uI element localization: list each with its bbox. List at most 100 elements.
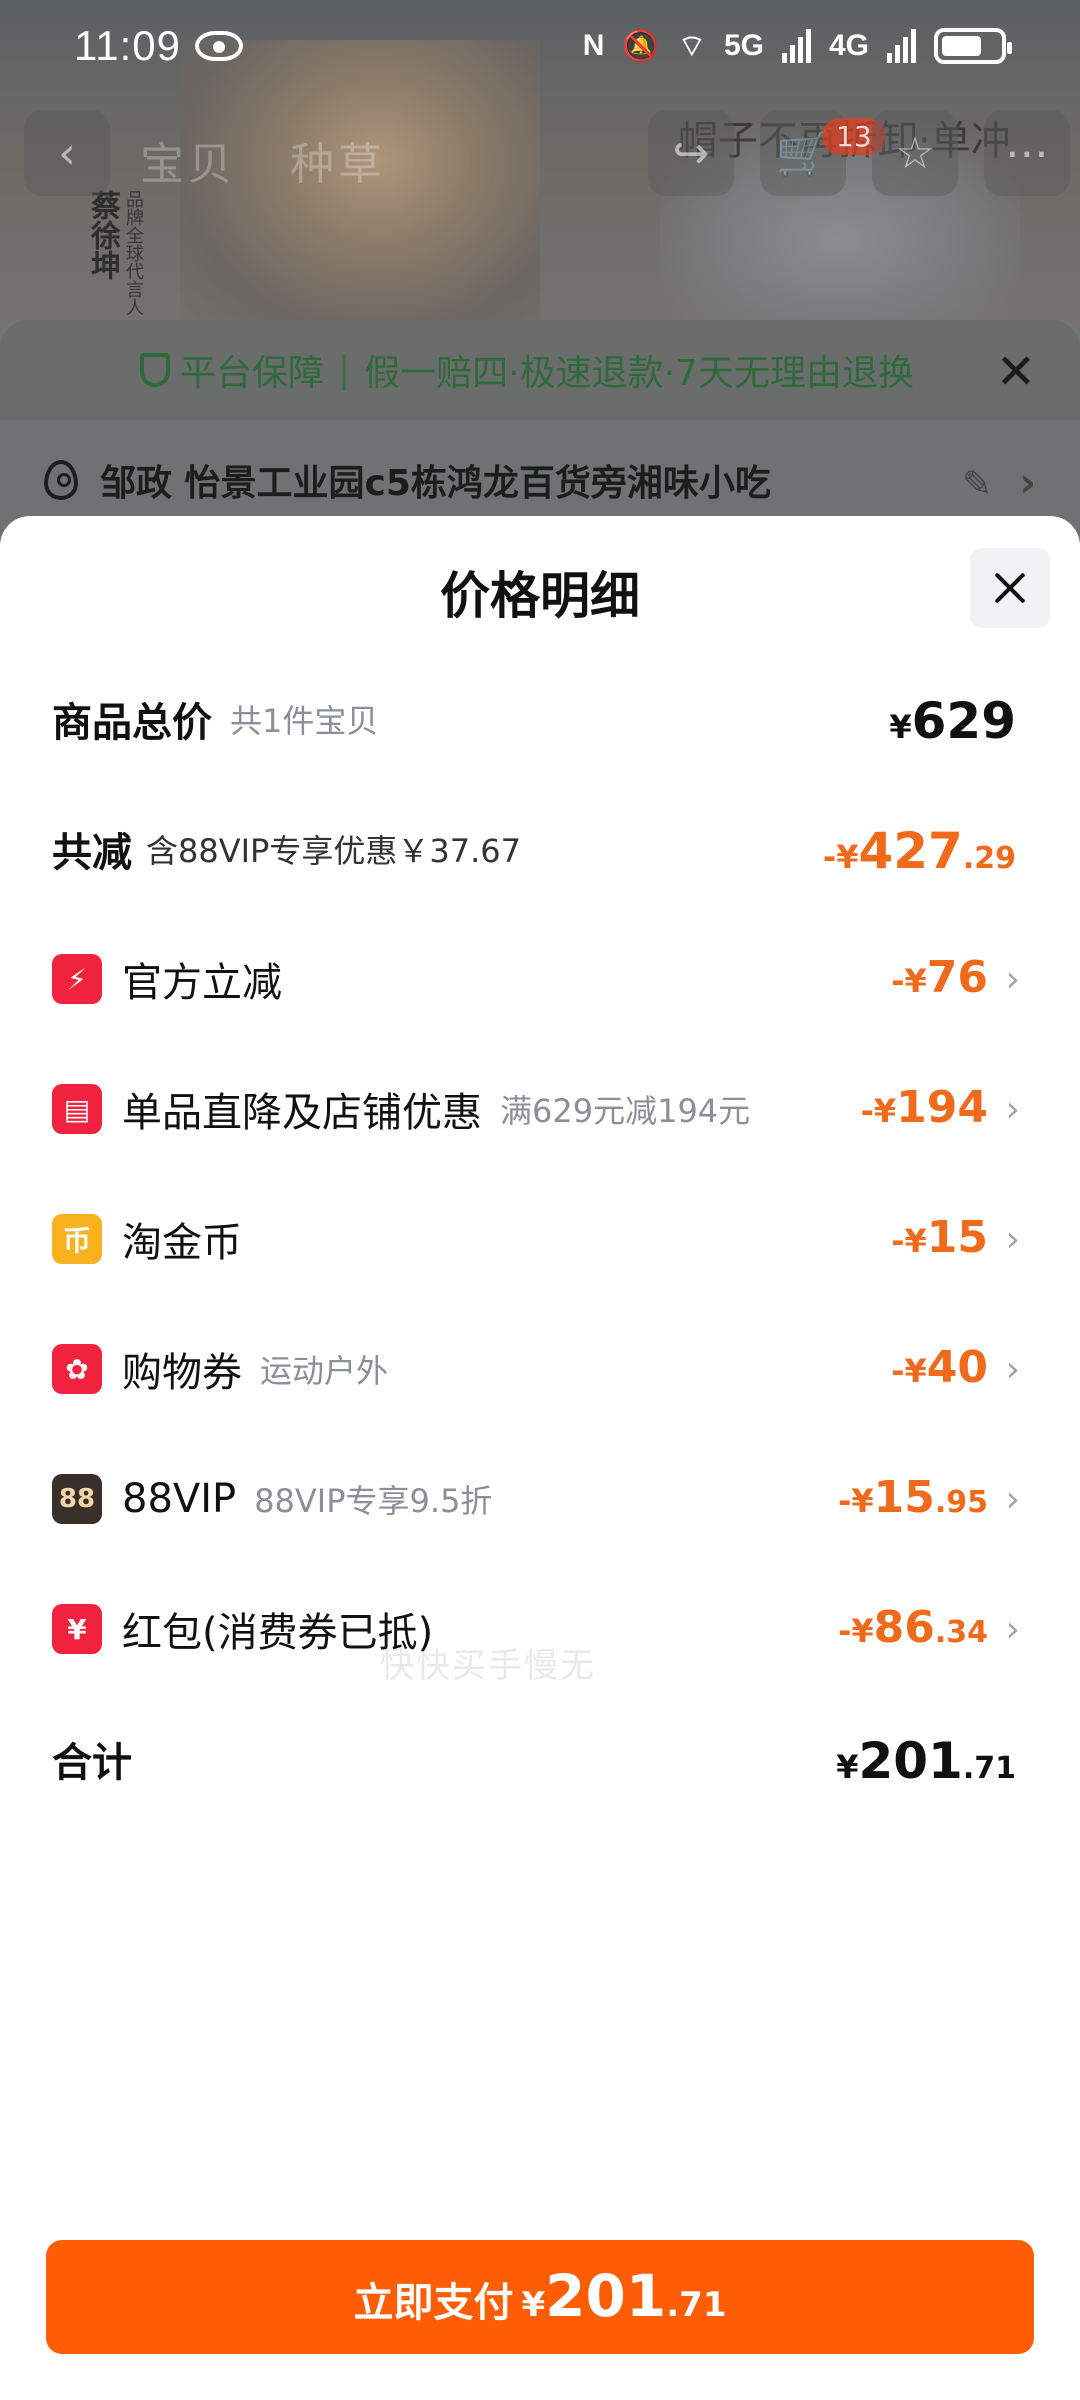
pay-now-button[interactable]: 立即支付 ¥ 201 .71 bbox=[46, 2240, 1034, 2354]
coin-icon: 币 bbox=[52, 1214, 102, 1264]
guarantee-items: 假一赔四·极速退款·7天无理由退换 bbox=[364, 353, 914, 394]
shop-icon: ▤ bbox=[52, 1084, 102, 1134]
chevron-right-icon: › bbox=[1005, 1608, 1020, 1650]
discount-label-group: ¥ 红包(消费券已抵) bbox=[52, 1584, 433, 1674]
amount-decimals: .34 bbox=[934, 1615, 988, 1650]
discount-row-red-packet[interactable]: ¥ 红包(消费券已抵) -¥ 86 .34 › bbox=[0, 1584, 1080, 1674]
item-count: 共1件宝贝 bbox=[230, 702, 379, 740]
close-button[interactable] bbox=[970, 548, 1050, 628]
discount-row-official[interactable]: ⚡ 官方立减 -¥ 76 › bbox=[0, 934, 1080, 1024]
discount-row-store[interactable]: ▤ 单品直降及店铺优惠 满629元减194元 -¥ 194 › bbox=[0, 1064, 1080, 1154]
divider: | bbox=[338, 349, 351, 391]
discount-amount: -¥ 15 bbox=[891, 1194, 988, 1284]
total-price-row: 商品总价 共1件宝贝 ¥ 629 bbox=[0, 674, 1080, 764]
edit-icon[interactable]: ✎ bbox=[962, 464, 992, 505]
currency-symbol: ¥ bbox=[836, 1748, 859, 1786]
pay-button-label: 立即支付 bbox=[353, 2280, 514, 2326]
currency-symbol: -¥ bbox=[838, 1482, 874, 1520]
star-icon: ☆ bbox=[895, 127, 935, 179]
currency-symbol: -¥ bbox=[838, 1612, 874, 1650]
mute-bell-icon: 🔕 bbox=[622, 29, 660, 63]
amount-decimals: .71 bbox=[666, 2285, 727, 2325]
amount-integer: 201 bbox=[545, 2262, 667, 2330]
product-top-nav: ‹ 宝贝 种草 ↪ 🛒 13 ☆ ⋯ bbox=[24, 110, 1070, 202]
amount-decimals: .29 bbox=[962, 841, 1016, 876]
sheet-title: 价格明细 bbox=[440, 567, 640, 625]
vip-savings-note: 含88VIP专享优惠￥37.67 bbox=[146, 832, 521, 870]
more-dots-icon: ⋯ bbox=[1005, 127, 1049, 179]
tab-product[interactable]: 宝贝 bbox=[140, 139, 236, 190]
red-packet-icon: ¥ bbox=[52, 1604, 102, 1654]
discount-amount: -¥ 86 .34 bbox=[838, 1584, 988, 1674]
discount-amount: -¥ 15 .95 bbox=[838, 1454, 988, 1544]
total-reduction-amount: -¥ 427 .29 bbox=[823, 804, 1016, 894]
vip-icon: 88 bbox=[52, 1474, 102, 1524]
chevron-right-icon: › bbox=[1005, 1218, 1020, 1260]
signal-bars-icon-2 bbox=[887, 29, 916, 63]
network-4g-label: 4G bbox=[828, 29, 869, 62]
discount-amount: -¥ 194 bbox=[861, 1064, 988, 1154]
amount-integer: 86 bbox=[873, 1602, 935, 1653]
shield-icon bbox=[140, 353, 170, 387]
discount-label-group: ⚡ 官方立减 bbox=[52, 934, 282, 1024]
coupon-icon: ✿ bbox=[52, 1344, 102, 1394]
total-reduction-row: 共减 含88VIP专享优惠￥37.67 -¥ 427 .29 bbox=[0, 804, 1080, 894]
discount-label: 单品直降及店铺优惠 bbox=[122, 1090, 482, 1136]
discount-row-coupon[interactable]: ✿ 购物券 运动户外 -¥ 40 › bbox=[0, 1324, 1080, 1414]
share-button[interactable]: ↪ bbox=[648, 110, 734, 196]
currency-symbol: -¥ bbox=[891, 962, 927, 1000]
discount-label: 官方立减 bbox=[122, 960, 282, 1006]
currency-symbol: -¥ bbox=[860, 1092, 897, 1130]
close-icon[interactable]: ✕ bbox=[996, 344, 1036, 400]
battery-icon bbox=[934, 28, 1012, 64]
amount-integer: 15 bbox=[873, 1472, 935, 1523]
price-detail-sheet: 价格明细 商品总价 共1件宝贝 ¥ 629 共减 含88VIP专享优惠￥37.6… bbox=[0, 516, 1080, 2400]
back-button[interactable]: ‹ bbox=[24, 110, 110, 196]
amount-integer: 194 bbox=[896, 1082, 988, 1133]
subtotal-amount: ¥ 201 .71 bbox=[836, 1714, 1016, 1804]
amount-integer: 201 bbox=[858, 1732, 963, 1790]
amount-decimals: .95 bbox=[934, 1485, 988, 1520]
discount-note: 运动户外 bbox=[260, 1352, 389, 1390]
discount-label-group: ✿ 购物券 运动户外 bbox=[52, 1324, 388, 1414]
share-icon: ↪ bbox=[672, 127, 710, 179]
amount-integer: 427 bbox=[858, 822, 963, 880]
favorite-button[interactable]: ☆ bbox=[872, 110, 958, 196]
location-pin-icon bbox=[44, 460, 78, 500]
currency-symbol: -¥ bbox=[891, 1222, 927, 1260]
discount-amount: -¥ 40 bbox=[891, 1324, 988, 1414]
currency-symbol: ¥ bbox=[889, 708, 912, 746]
address-text: 邹政 怡景工业园c5栋鸿龙百货旁湘味小吃 bbox=[100, 463, 771, 504]
wifi-icon: ⌔ bbox=[677, 30, 706, 63]
chevron-right-icon: › bbox=[1005, 1088, 1020, 1130]
discount-row-88vip[interactable]: 88 88VIP 88VIP专享9.5折 -¥ 15 .95 › bbox=[0, 1454, 1080, 1544]
discount-label-group: ▤ 单品直降及店铺优惠 满629元减194元 bbox=[52, 1064, 750, 1154]
subtotal-label: 合计 bbox=[52, 1740, 132, 1786]
nav-tabs: 宝贝 种草 bbox=[140, 128, 422, 192]
lightning-icon: ⚡ bbox=[52, 954, 102, 1004]
network-5g-label: 5G bbox=[723, 29, 764, 62]
currency-symbol: -¥ bbox=[891, 1352, 927, 1390]
eye-icon bbox=[195, 31, 243, 61]
discount-label: 红包(消费券已抵) bbox=[122, 1610, 434, 1656]
chevron-right-icon: › bbox=[1005, 1348, 1020, 1390]
discount-label: 88VIP bbox=[122, 1476, 237, 1522]
amount-integer: 629 bbox=[911, 692, 1016, 750]
chevron-left-icon: ‹ bbox=[58, 127, 76, 179]
discount-note: 满629元减194元 bbox=[500, 1092, 751, 1130]
guarantee-label: 平台保障 bbox=[180, 353, 325, 394]
total-price-amount: ¥ 629 bbox=[889, 674, 1016, 764]
discount-label-group: 88 88VIP 88VIP专享9.5折 bbox=[52, 1454, 492, 1544]
total-reduction-label: 共减 bbox=[52, 830, 132, 876]
total-price-label-group: 商品总价 共1件宝贝 bbox=[52, 674, 378, 764]
endorser-caption: 品牌全球代言人 bbox=[123, 190, 144, 316]
chevron-right-icon: › bbox=[1005, 958, 1020, 1000]
status-time: 11:09 bbox=[74, 22, 181, 69]
platform-guarantee-bar: 平台保障 | 假一赔四·极速退款·7天无理由退换 ✕ bbox=[0, 320, 1080, 420]
amount-integer: 40 bbox=[926, 1342, 988, 1393]
tab-recommend[interactable]: 种草 bbox=[290, 139, 386, 190]
discount-amount: -¥ 76 bbox=[891, 934, 988, 1024]
more-button[interactable]: ⋯ bbox=[984, 110, 1070, 196]
discount-row-coins[interactable]: 币 淘金币 -¥ 15 › bbox=[0, 1194, 1080, 1284]
chevron-right-icon: › bbox=[1005, 1478, 1020, 1520]
